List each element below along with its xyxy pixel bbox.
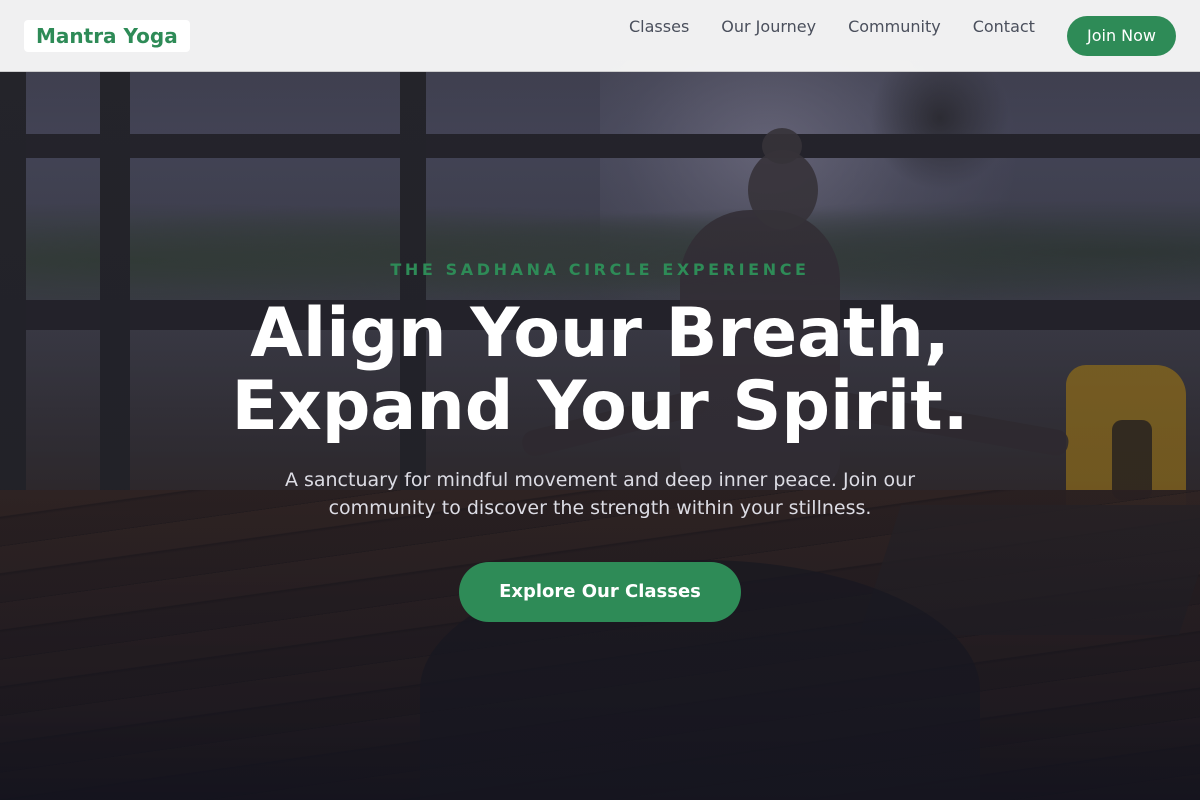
brand-logo[interactable]: Mantra Yoga xyxy=(24,20,190,52)
hero-eyebrow: THE SADHANA CIRCLE EXPERIENCE xyxy=(390,260,810,279)
nav-links: Classes Our Journey Community Contact xyxy=(613,17,1051,37)
nav-link-classes[interactable]: Classes xyxy=(613,17,705,37)
hero-headline-line-2: Expand Your Spirit. xyxy=(231,367,969,446)
hero-headline: Align Your Breath, Expand Your Spirit. xyxy=(0,297,1200,443)
hero-content: THE SADHANA CIRCLE EXPERIENCE Align Your… xyxy=(0,0,1200,800)
hero-headline-line-1: Align Your Breath, xyxy=(250,294,950,373)
nav-link-our-journey[interactable]: Our Journey xyxy=(705,17,832,37)
top-navigation-bar: Mantra Yoga Classes Our Journey Communit… xyxy=(0,0,1200,72)
explore-classes-button[interactable]: Explore Our Classes xyxy=(459,562,741,622)
hero-subtext: A sanctuary for mindful movement and dee… xyxy=(284,469,916,519)
nav-link-community[interactable]: Community xyxy=(832,17,957,37)
nav-link-contact[interactable]: Contact xyxy=(957,17,1051,37)
join-now-button[interactable]: Join Now xyxy=(1067,16,1176,56)
